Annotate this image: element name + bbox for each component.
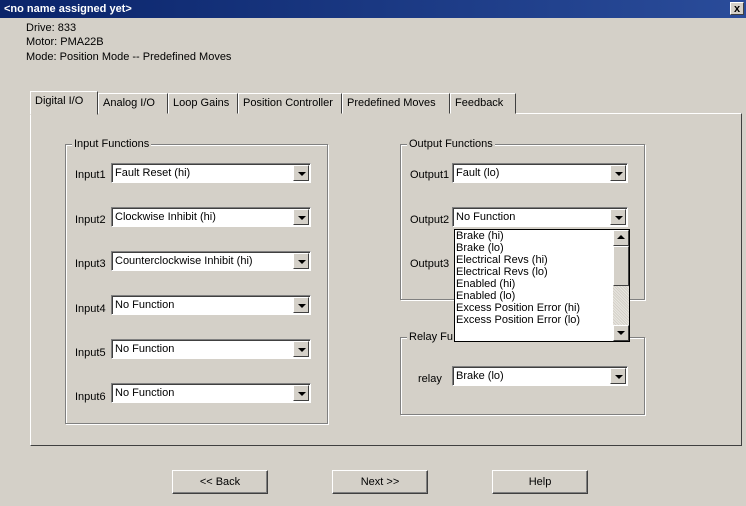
next-button[interactable]: Next >> xyxy=(332,470,428,494)
output1-value: Fault (lo) xyxy=(456,167,500,179)
chevron-down-icon[interactable] xyxy=(293,253,309,269)
input-functions-group: Input Functions xyxy=(65,137,328,424)
output2-select[interactable]: No Function xyxy=(452,207,628,227)
scroll-up-icon[interactable] xyxy=(613,230,629,246)
dropdown-option[interactable]: Excess Position Error (lo) xyxy=(456,314,580,326)
tab-position-controller[interactable]: Position Controller xyxy=(238,93,342,114)
dropdown-option[interactable]: Electrical Revs (hi) xyxy=(456,254,548,266)
input2-label: Input2 xyxy=(75,214,106,226)
input3-select[interactable]: Counterclockwise Inhibit (hi) xyxy=(111,251,311,271)
output1-label: Output1 xyxy=(410,169,450,181)
relay-label: relay xyxy=(418,373,442,385)
input6-value: No Function xyxy=(115,387,175,399)
dropdown-option[interactable]: Brake (hi) xyxy=(456,230,504,242)
back-button[interactable]: << Back xyxy=(172,470,268,494)
relay-functions-title: Relay Fu xyxy=(407,330,456,344)
drive-info: Drive: 833 xyxy=(26,22,77,34)
input2-select[interactable]: Clockwise Inhibit (hi) xyxy=(111,207,311,227)
scroll-down-icon[interactable] xyxy=(613,325,629,341)
window-title: <no name assigned yet> xyxy=(4,3,132,15)
dropdown-option[interactable]: Enabled (hi) xyxy=(456,278,515,290)
chevron-down-icon[interactable] xyxy=(610,368,626,384)
dropdown-option[interactable]: Brake (lo) xyxy=(456,242,504,254)
input2-value: Clockwise Inhibit (hi) xyxy=(115,211,216,223)
title-bar: <no name assigned yet> x xyxy=(0,0,746,18)
input-functions-title: Input Functions xyxy=(72,137,152,151)
input3-label: Input3 xyxy=(75,258,106,270)
dropdown-option[interactable]: Excess Position Error (hi) xyxy=(456,302,580,314)
output2-label: Output2 xyxy=(410,214,450,226)
relay-select[interactable]: Brake (lo) xyxy=(452,366,628,386)
input6-select[interactable]: No Function xyxy=(111,383,311,403)
chevron-down-icon[interactable] xyxy=(610,165,626,181)
input4-select[interactable]: No Function xyxy=(111,295,311,315)
input6-label: Input6 xyxy=(75,391,106,403)
chevron-down-icon[interactable] xyxy=(293,385,309,401)
scroll-thumb[interactable] xyxy=(613,246,629,286)
output1-select[interactable]: Fault (lo) xyxy=(452,163,628,183)
input5-label: Input5 xyxy=(75,347,106,359)
output2-value: No Function xyxy=(456,211,516,223)
input5-select[interactable]: No Function xyxy=(111,339,311,359)
relay-value: Brake (lo) xyxy=(456,370,504,382)
tab-predefined-moves[interactable]: Predefined Moves xyxy=(342,93,450,114)
output2-dropdown-list[interactable]: Brake (hi) Brake (lo) Electrical Revs (h… xyxy=(454,229,630,342)
dropdown-option[interactable]: Enabled (lo) xyxy=(456,290,515,302)
chevron-down-icon[interactable] xyxy=(293,297,309,313)
output-functions-title: Output Functions xyxy=(407,137,495,151)
tab-digital-io[interactable]: Digital I/O xyxy=(30,91,98,115)
chevron-down-icon[interactable] xyxy=(293,165,309,181)
output3-label: Output3 xyxy=(410,258,450,270)
mode-info: Mode: Position Mode -- Predefined Moves xyxy=(26,51,232,63)
tab-feedback[interactable]: Feedback xyxy=(450,93,516,114)
tab-loop-gains[interactable]: Loop Gains xyxy=(168,93,238,114)
input1-select[interactable]: Fault Reset (hi) xyxy=(111,163,311,183)
chevron-down-icon[interactable] xyxy=(293,341,309,357)
input5-value: No Function xyxy=(115,343,175,355)
dropdown-option[interactable]: Electrical Revs (lo) xyxy=(456,266,548,278)
close-icon: x xyxy=(733,3,741,15)
input3-value: Counterclockwise Inhibit (hi) xyxy=(115,255,253,267)
input4-label: Input4 xyxy=(75,303,106,315)
input1-value: Fault Reset (hi) xyxy=(115,167,191,179)
chevron-down-icon[interactable] xyxy=(293,209,309,225)
input4-value: No Function xyxy=(115,299,175,311)
chevron-down-icon[interactable] xyxy=(610,209,626,225)
tab-analog-io[interactable]: Analog I/O xyxy=(98,93,168,114)
close-button[interactable]: x xyxy=(730,2,744,15)
dropdown-scrollbar[interactable] xyxy=(613,230,629,341)
motor-info: Motor: PMA22B xyxy=(26,36,104,48)
input1-label: Input1 xyxy=(75,169,106,181)
help-button[interactable]: Help xyxy=(492,470,588,494)
